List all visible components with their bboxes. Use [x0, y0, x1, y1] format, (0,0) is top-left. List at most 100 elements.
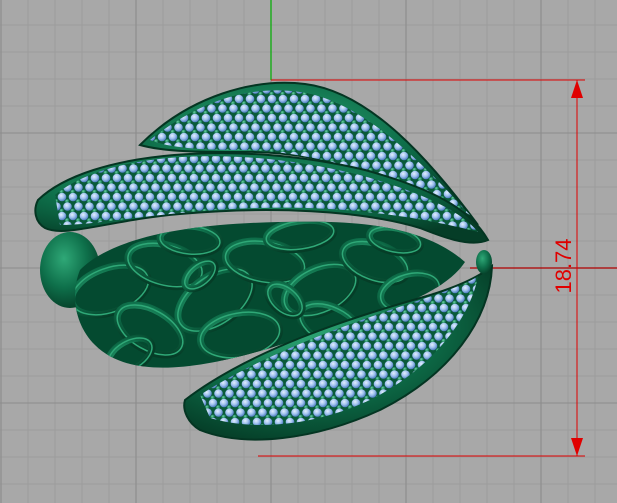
gemstone: [168, 132, 178, 142]
gemstone: [151, 183, 160, 192]
gemstone: [351, 341, 361, 351]
gemstone: [229, 142, 238, 151]
gemstone: [140, 183, 149, 192]
gemstone: [351, 322, 361, 332]
gemstone: [324, 351, 333, 360]
gemstone: [96, 183, 105, 192]
gemstone: [247, 389, 256, 398]
gemstone: [145, 173, 155, 183]
gemstone: [252, 398, 262, 408]
gemstone: [74, 183, 83, 192]
gemstone: [439, 322, 449, 332]
gemstone: [217, 164, 226, 173]
viewport-canvas[interactable]: 18.74: [0, 0, 617, 503]
gemstone: [343, 173, 353, 183]
gemstone: [261, 164, 270, 173]
gemstone: [267, 94, 277, 104]
gemstone: [349, 183, 358, 192]
gemstone: [173, 183, 182, 192]
gemstone: [225, 389, 234, 398]
gemstone: [417, 303, 427, 313]
gemstone: [317, 142, 326, 151]
gemstone: [241, 379, 251, 389]
gemstone: [296, 379, 306, 389]
gemstone: [283, 183, 292, 192]
gemstone: [255, 173, 265, 183]
gemstone: [377, 151, 387, 161]
viewport-3d[interactable]: 18.74: [0, 0, 617, 503]
dimension-value: 18.74: [551, 238, 576, 293]
gemstone: [311, 113, 321, 123]
gemstone: [157, 132, 167, 142]
gemstone: [256, 132, 266, 142]
gemstone: [241, 398, 251, 408]
gemstone: [357, 389, 366, 398]
gemstone: [274, 398, 284, 408]
gemstone: [217, 183, 226, 192]
gemstone: [318, 398, 328, 408]
gemstone: [234, 132, 244, 142]
gemstone: [185, 123, 194, 132]
gemstone: [151, 164, 160, 173]
gemstone: [295, 104, 304, 113]
gemstone: [299, 192, 309, 202]
gemstone: [190, 132, 200, 142]
gemstone: [322, 132, 332, 142]
gemstone: [207, 123, 216, 132]
gemstone: [343, 192, 353, 202]
gemstone: [434, 313, 443, 322]
gemstone: [222, 192, 232, 202]
gemstone: [417, 322, 427, 332]
gemstone: [206, 183, 215, 192]
gemstone: [178, 192, 188, 202]
gemstone: [417, 341, 427, 351]
gemstone: [346, 332, 355, 341]
gemstone: [267, 113, 277, 123]
gemstone: [280, 370, 289, 379]
gemstone: [244, 173, 254, 183]
gemstone: [344, 132, 354, 142]
gemstone: [357, 370, 366, 379]
gemstone: [368, 389, 377, 398]
gemstone: [245, 113, 255, 123]
gemstone: [294, 183, 303, 192]
gemstone: [230, 398, 240, 408]
gemstone: [322, 151, 332, 161]
gemstone: [307, 341, 317, 351]
gemstone: [90, 173, 100, 183]
gemstone: [395, 341, 405, 351]
gemstone: [85, 183, 94, 192]
gemstone: [328, 123, 337, 132]
gemstone: [162, 183, 171, 192]
gemstone: [211, 173, 221, 183]
gemstone: [189, 192, 199, 202]
gemstone: [85, 202, 94, 211]
gemstone: [278, 132, 288, 142]
gemstone: [406, 322, 416, 332]
gemstone: [256, 94, 266, 104]
gemstone: [123, 173, 133, 183]
gemstone: [112, 173, 122, 183]
gemstone: [410, 170, 420, 180]
gemstone: [382, 202, 391, 211]
gemstone: [184, 183, 193, 192]
gemstone: [244, 192, 254, 202]
gemstone: [302, 370, 311, 379]
gemstone: [333, 132, 343, 142]
gemstone: [372, 161, 381, 170]
gemstone: [196, 123, 205, 132]
gemstone: [412, 332, 421, 341]
gemstone: [228, 164, 237, 173]
gemstone: [174, 123, 183, 132]
gemstone: [390, 351, 399, 360]
gemstone: [173, 202, 182, 211]
gemstone: [349, 202, 358, 211]
gemstone: [335, 389, 344, 398]
gemstone: [145, 192, 155, 202]
gemstone: [201, 132, 211, 142]
gemstone: [222, 173, 232, 183]
gemstone: [289, 132, 299, 142]
gemstone: [291, 370, 300, 379]
gemstone: [384, 341, 394, 351]
gemstone: [357, 332, 366, 341]
